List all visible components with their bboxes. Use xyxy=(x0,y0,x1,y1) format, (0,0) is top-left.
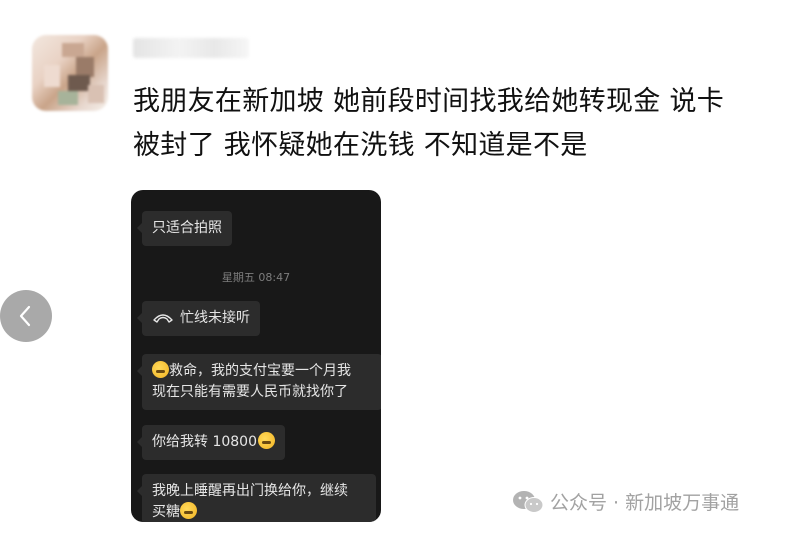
wechat-icon xyxy=(513,490,544,513)
chat-message-text: 忙线未接听 xyxy=(180,310,250,326)
chat-screenshot-image[interactable]: 只适合拍照 星期五 08:47 忙线未接听 救命，我的支付宝要一个月我 现在只能… xyxy=(131,190,381,522)
chat-message-text: 买糖 xyxy=(152,504,180,520)
emoji-icon xyxy=(180,502,197,519)
emoji-icon xyxy=(258,432,275,449)
emoji-icon xyxy=(152,361,169,378)
chat-timestamp: 星期五 08:47 xyxy=(221,271,291,284)
chat-message-text: 救命，我的支付宝要一个月我 xyxy=(169,363,351,379)
post-text-line-2: 被封了 我怀疑她在洗钱 不知道是不是 xyxy=(133,130,588,161)
author-avatar[interactable] xyxy=(32,35,108,111)
chat-message-text: 只适合拍照 xyxy=(152,220,222,236)
chat-bubble: 你给我转 10800 xyxy=(137,425,285,460)
watermark-text: 公众号 · 新加坡万事通 xyxy=(550,492,740,514)
chat-bubble: 我晚上睡醒再出门换给你，继续 买糖 xyxy=(137,474,376,522)
chat-bubble: 只适合拍照 xyxy=(137,211,232,246)
chat-message-text: 我晚上睡醒再出门换给你，继续 xyxy=(152,483,348,499)
chevron-left-icon xyxy=(19,305,31,327)
watermark: 公众号 · 新加坡万事通 xyxy=(512,488,739,515)
post-text-line-1: 我朋友在新加坡 她前段时间找我给她转现金 说卡 xyxy=(133,86,725,117)
declined-call-icon xyxy=(153,314,173,323)
author-name[interactable]: — xyxy=(133,38,249,58)
chat-message-text: 现在只能有需要人民币就找你了 xyxy=(152,384,348,400)
post-text: 我朋友在新加坡 她前段时间找我给她转现金 说卡 被封了 我怀疑她在洗钱 不知道是… xyxy=(133,80,783,168)
chat-bubble: 救命，我的支付宝要一个月我 现在只能有需要人民币就找你了 xyxy=(137,354,381,410)
previous-button[interactable] xyxy=(0,290,52,342)
missed-call-bubble: 忙线未接听 xyxy=(137,301,260,336)
chat-message-text: 你给我转 10800 xyxy=(152,434,257,450)
